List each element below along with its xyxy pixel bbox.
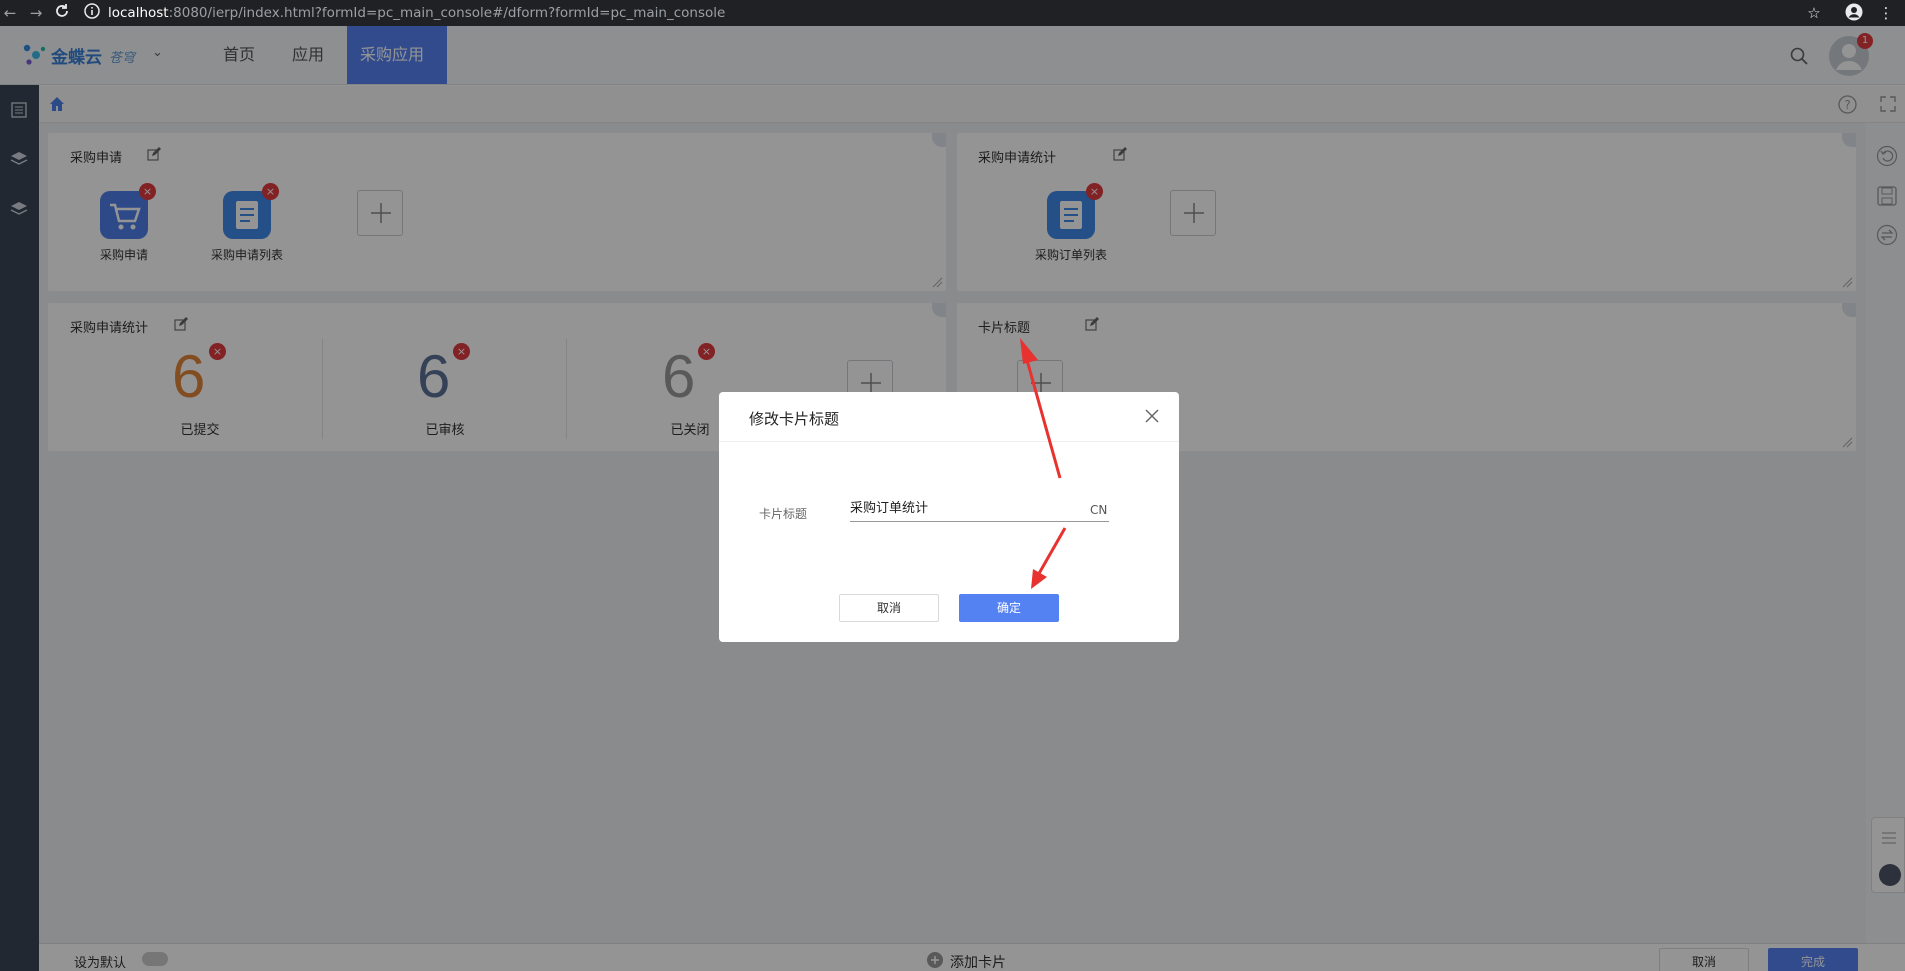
language-selector[interactable]: CN <box>1090 503 1107 517</box>
annotation-arrow-down-icon <box>1031 527 1067 589</box>
annotation-arrow-up-icon <box>1020 338 1062 479</box>
bookmark-star-icon[interactable]: ☆ <box>1804 3 1824 23</box>
dialog-title: 修改卡片标题 <box>749 410 840 428</box>
browser-toolbar: ← → localhost:8080/ierp/index.html?formI… <box>0 0 1905 26</box>
back-icon[interactable]: ← <box>0 3 20 23</box>
url-host: localhost <box>108 5 169 21</box>
forward-icon[interactable]: → <box>26 3 46 23</box>
close-icon[interactable] <box>1143 407 1161 425</box>
profile-icon[interactable] <box>1844 3 1864 23</box>
cancel-button[interactable]: 取消 <box>839 594 939 622</box>
dialog-header: 修改卡片标题 <box>719 392 1179 442</box>
site-info-icon[interactable] <box>82 3 102 23</box>
reload-icon[interactable] <box>52 3 72 23</box>
url-path: :8080/ierp/index.html?formId=pc_main_con… <box>168 5 726 21</box>
address-bar[interactable]: localhost:8080/ierp/index.html?formId=pc… <box>108 2 1808 24</box>
edit-card-title-dialog: 修改卡片标题 卡片标题 CN 取消 确定 <box>719 392 1179 642</box>
confirm-button[interactable]: 确定 <box>959 594 1059 622</box>
card-title-field-label: 卡片标题 <box>759 507 808 521</box>
browser-menu-icon[interactable]: ⋮ <box>1876 3 1896 23</box>
card-title-input[interactable] <box>850 492 1109 522</box>
